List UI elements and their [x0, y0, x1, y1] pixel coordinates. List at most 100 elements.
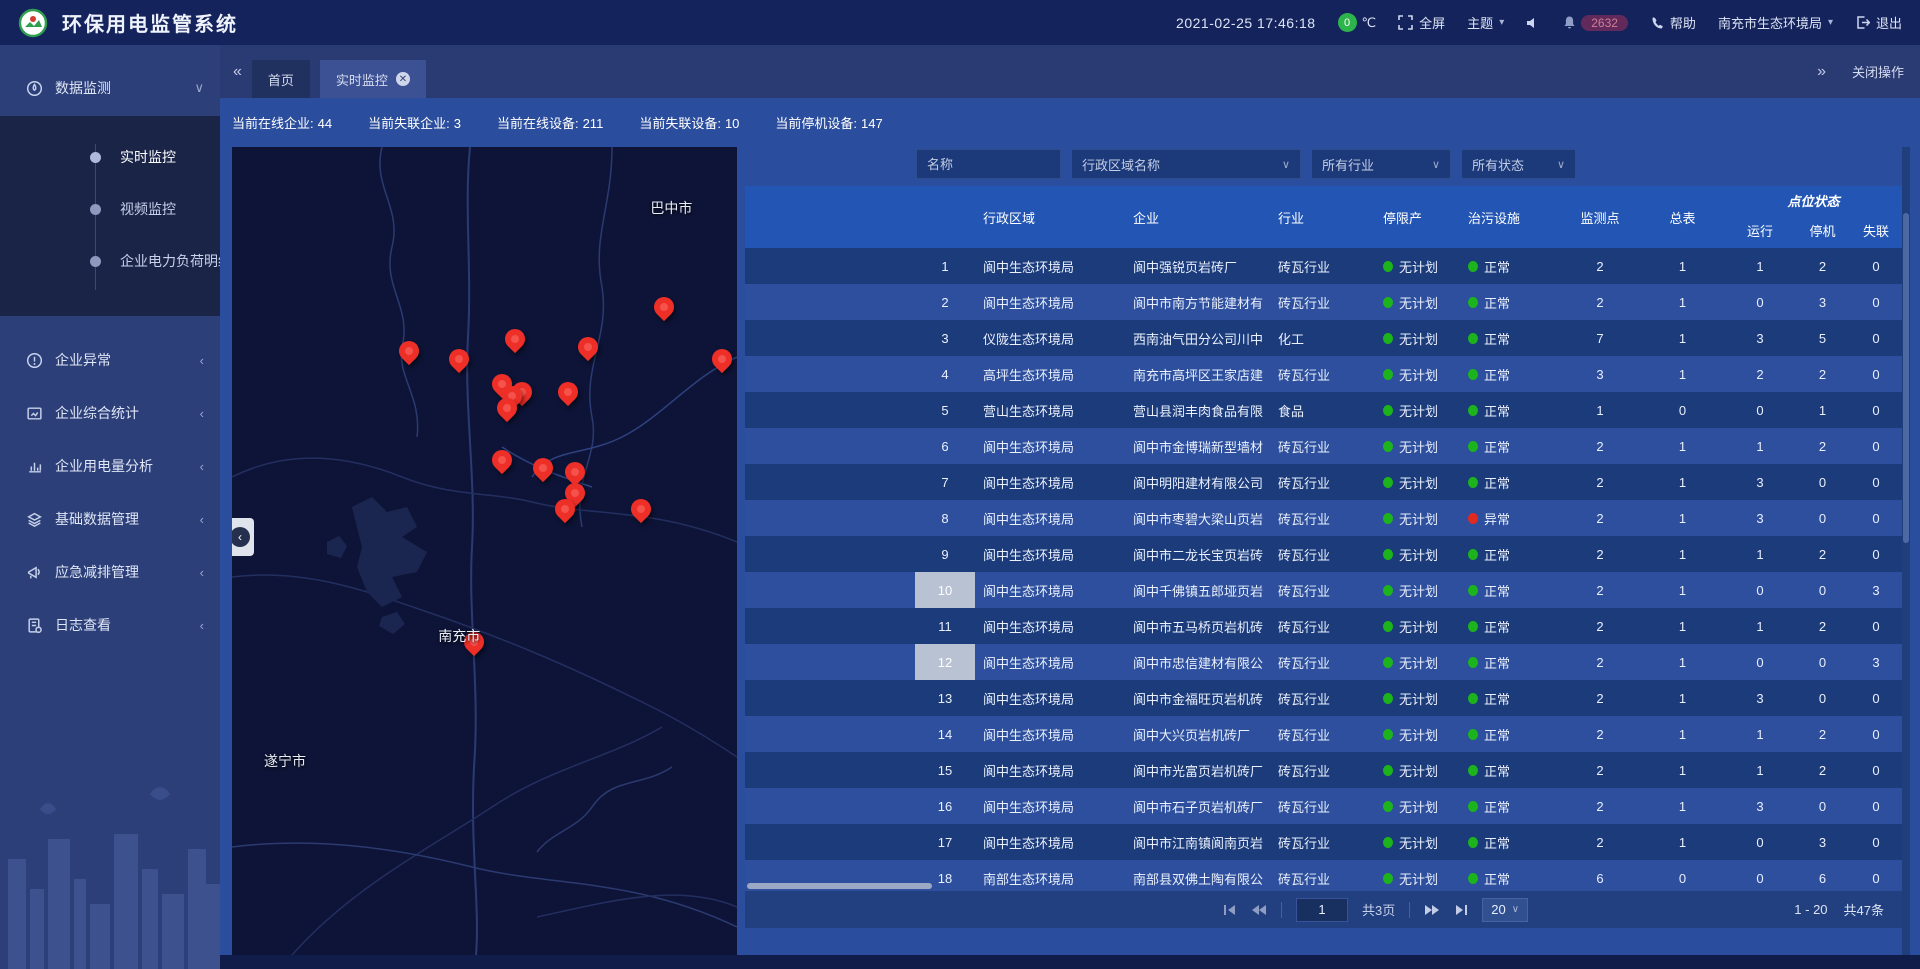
logout-button[interactable]: 退出	[1855, 13, 1902, 32]
bell-icon	[1562, 15, 1577, 30]
map-pin[interactable]	[448, 349, 470, 377]
footer-strip	[220, 955, 1920, 969]
cell-limit-status: 无计划	[1375, 644, 1460, 680]
cell-company[interactable]: 阆中市南方节能建材有	[1125, 284, 1270, 320]
map-pin[interactable]	[577, 337, 599, 365]
table-row[interactable]: 11 阆中生态环境局 阆中市五马桥页岩机砖 砖瓦行业 无计划 正常 2 1	[745, 608, 1902, 644]
table-row[interactable]: 7 阆中生态环境局 阆中明阳建材有限公司 砖瓦行业 无计划 正常 2 1	[745, 464, 1902, 500]
cell-company[interactable]: 阆中市金博瑞新型墙材	[1125, 428, 1270, 464]
stat-stopped-devices: 当前停机设备:147	[775, 113, 882, 132]
cell-company[interactable]: 阆中明阳建材有限公司	[1125, 464, 1270, 500]
table-row[interactable]: 15 阆中生态环境局 阆中市光富页岩机砖厂 砖瓦行业 无计划 正常 2 1	[745, 752, 1902, 788]
cell-company[interactable]: 阆中市金福旺页岩机砖	[1125, 680, 1270, 716]
cell-company[interactable]: 阆中市忠信建材有限公	[1125, 644, 1270, 680]
status-dot-green	[1383, 441, 1393, 452]
cell-company[interactable]: 阆中市五马桥页岩机砖	[1125, 608, 1270, 644]
cell-company[interactable]: 阆中千佛镇五郎垭页岩	[1125, 572, 1270, 608]
map-pin[interactable]	[653, 297, 675, 325]
row-index: 9	[915, 536, 975, 572]
next-page-button[interactable]	[1424, 904, 1440, 916]
sidebar-item-power-load-detail[interactable]: 企业电力负荷明细	[0, 246, 220, 276]
table-row[interactable]: 1 阆中生态环境局 阆中强锐页岩砖厂 砖瓦行业 无计划 正常 2 1	[745, 248, 1902, 284]
map-panel[interactable]: 巴中市 南充市 遂宁市 ‹	[232, 147, 737, 955]
region-select[interactable]: 行政区域名称∨	[1071, 149, 1301, 179]
table-row[interactable]: 12 阆中生态环境局 阆中市忠信建材有限公 砖瓦行业 无计划 正常 2 1	[745, 644, 1902, 680]
horizontal-scrollbar-thumb[interactable]	[747, 883, 932, 889]
map-collapse-button[interactable]: ‹	[232, 518, 254, 556]
table-row[interactable]: 16 阆中生态环境局 阆中市石子页岩机砖厂 砖瓦行业 无计划 正常 2 1	[745, 788, 1902, 824]
status-dot-green	[1383, 405, 1393, 416]
table-row[interactable]: 14 阆中生态环境局 阆中大兴页岩机砖厂 砖瓦行业 无计划 正常 2 1	[745, 716, 1902, 752]
theme-menu[interactable]: 主题 ▾	[1467, 13, 1504, 32]
cell-company[interactable]: 西南油气田分公司川中	[1125, 320, 1270, 356]
notifications[interactable]: 2632	[1562, 15, 1628, 31]
map-pin[interactable]	[711, 349, 733, 377]
cell-company[interactable]: 阆中市石子页岩机砖厂	[1125, 788, 1270, 824]
cell-company[interactable]: 阆中强锐页岩砖厂	[1125, 248, 1270, 284]
cell-company[interactable]: 南充市高坪区王家店建	[1125, 356, 1270, 392]
prev-page-button[interactable]	[1251, 904, 1267, 916]
fullscreen-button[interactable]: 全屏	[1398, 13, 1445, 32]
status-select[interactable]: 所有状态∨	[1461, 149, 1576, 179]
tabs-scroll-left-button[interactable]: «	[233, 63, 242, 81]
org-menu[interactable]: 南充市生态环境局 ▾	[1718, 13, 1833, 32]
tab-home[interactable]: 首页	[252, 60, 310, 98]
cell-company[interactable]: 阆中市枣碧大梁山页岩	[1125, 500, 1270, 536]
vertical-scrollbar[interactable]	[1902, 147, 1910, 955]
sidebar-item-enterprise-stats[interactable]: 企业综合统计 ‹	[0, 395, 220, 431]
table-row[interactable]: 4 高坪生态环境局 南充市高坪区王家店建 砖瓦行业 无计划 正常 3 1	[745, 356, 1902, 392]
map-pin[interactable]	[532, 458, 554, 486]
cell-treatment-status: 正常	[1460, 716, 1560, 752]
table-row[interactable]: 17 阆中生态环境局 阆中市江南镇阆南页岩 砖瓦行业 无计划 正常 2 1	[745, 824, 1902, 860]
table-row[interactable]: 3 仪陇生态环境局 西南油气田分公司川中 化工 无计划 正常 7 1	[745, 320, 1902, 356]
map-pin[interactable]	[398, 341, 420, 369]
map-pin[interactable]	[557, 382, 579, 410]
last-page-button[interactable]	[1454, 904, 1468, 916]
cell-company[interactable]: 营山县润丰肉食品有限	[1125, 392, 1270, 428]
chevron-down-icon: ∨	[1432, 158, 1440, 171]
page-size-select[interactable]: 20∨	[1482, 898, 1528, 922]
table-row[interactable]: 2 阆中生态环境局 阆中市南方节能建材有 砖瓦行业 无计划 正常 2 1	[745, 284, 1902, 320]
sidebar-item-video-monitor[interactable]: 视频监控	[0, 194, 220, 224]
page-number-input[interactable]	[1296, 898, 1348, 922]
tabs-scroll-right-button[interactable]: »	[1817, 63, 1826, 81]
cell-limit-status: 无计划	[1375, 608, 1460, 644]
table-row[interactable]: 5 营山生态环境局 营山县润丰肉食品有限 食品 无计划 正常 1 0	[745, 392, 1902, 428]
table-row[interactable]: 9 阆中生态环境局 阆中市二龙长宝页岩砖 砖瓦行业 无计划 正常 2 1	[745, 536, 1902, 572]
cell-lost: 0	[1850, 752, 1902, 788]
name-search-input[interactable]	[916, 149, 1061, 179]
cell-company[interactable]: 阆中市二龙长宝页岩砖	[1125, 536, 1270, 572]
cell-lost: 0	[1850, 536, 1902, 572]
chevron-left-icon: ‹	[200, 406, 204, 421]
map-pin[interactable]	[630, 499, 652, 527]
close-operations-menu[interactable]: 关闭操作	[1852, 62, 1904, 81]
cell-company[interactable]: 阆中市光富页岩机砖厂	[1125, 752, 1270, 788]
cell-company[interactable]: 阆中市江南镇阆南页岩	[1125, 824, 1270, 860]
first-page-button[interactable]	[1223, 904, 1237, 916]
close-tab-icon[interactable]: ✕	[396, 72, 410, 86]
sidebar-item-realtime-monitor[interactable]: 实时监控	[0, 142, 220, 172]
sidebar-item-log-view[interactable]: 日志查看 ‹	[0, 607, 220, 643]
sidebar-item-power-analysis[interactable]: 企业用电量分析 ‹	[0, 448, 220, 484]
map-pin[interactable]	[554, 499, 576, 527]
sidebar-item-base-data[interactable]: 基础数据管理 ‹	[0, 501, 220, 537]
table-row[interactable]: 13 阆中生态环境局 阆中市金福旺页岩机砖 砖瓦行业 无计划 正常 2 1	[745, 680, 1902, 716]
map-pin[interactable]	[491, 450, 513, 478]
vertical-scrollbar-thumb[interactable]	[1903, 213, 1909, 543]
tab-realtime-monitor[interactable]: 实时监控 ✕	[320, 60, 426, 98]
cell-company[interactable]: 南部县双佛土陶有限公	[1125, 860, 1270, 891]
map-pin[interactable]	[504, 329, 526, 357]
table-row[interactable]: 8 阆中生态环境局 阆中市枣碧大梁山页岩 砖瓦行业 无计划 异常 2 1	[745, 500, 1902, 536]
status-dot	[1468, 513, 1478, 524]
sidebar-item-data-monitoring[interactable]: 数据监测 ∨	[0, 70, 220, 106]
map-pin[interactable]	[496, 398, 518, 426]
table-row[interactable]: 6 阆中生态环境局 阆中市金博瑞新型墙材 砖瓦行业 无计划 正常 2 1	[745, 428, 1902, 464]
sidebar-item-emergency-reduction[interactable]: 应急减排管理 ‹	[0, 554, 220, 590]
table-row[interactable]: 10 阆中生态环境局 阆中千佛镇五郎垭页岩 砖瓦行业 无计划 正常 2 1	[745, 572, 1902, 608]
cell-company[interactable]: 阆中大兴页岩机砖厂	[1125, 716, 1270, 752]
industry-select[interactable]: 所有行业∨	[1311, 149, 1451, 179]
sound-button[interactable]	[1526, 16, 1540, 30]
help-button[interactable]: 帮助	[1650, 13, 1696, 32]
sidebar-item-enterprise-abnormal[interactable]: 企业异常 ‹	[0, 342, 220, 378]
cell-industry: 砖瓦行业	[1270, 824, 1375, 860]
